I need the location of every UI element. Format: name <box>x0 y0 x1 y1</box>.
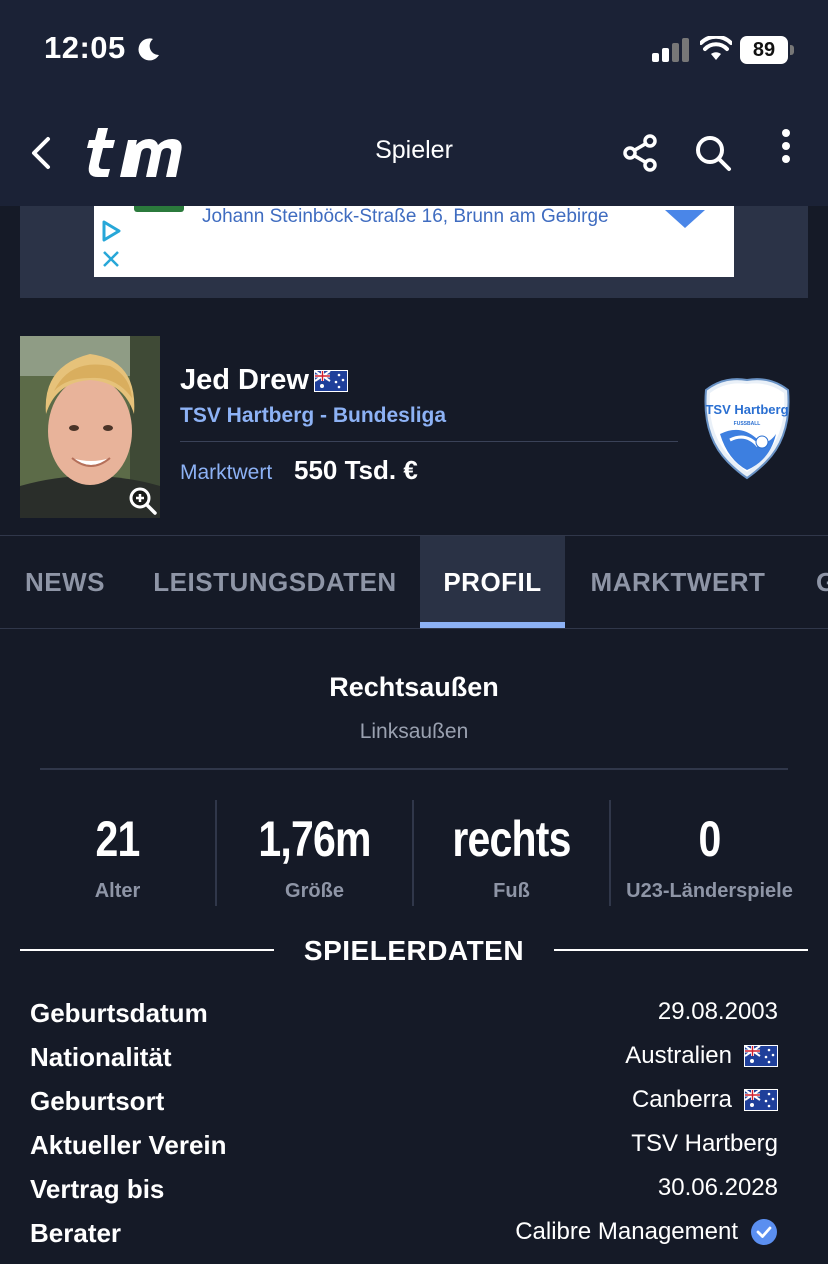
player-photo[interactable] <box>20 336 160 518</box>
flag-au-icon <box>744 1045 778 1067</box>
club-crest-icon[interactable]: TSV Hartberg FUSSBALL <box>700 376 794 480</box>
data-label: Geburtsdatum <box>30 998 208 1028</box>
data-row-contract: Vertrag bis 30.06.2028 <box>30 1174 780 1214</box>
data-row-birthdate: Geburtsdatum 29.08.2003 <box>30 998 780 1038</box>
tab-leistungsdaten[interactable]: LEISTUNGSDATEN <box>130 536 420 628</box>
verified-icon <box>751 1219 777 1245</box>
data-label: Vertrag bis <box>30 1174 165 1204</box>
birthdate-value[interactable]: 29.08.2003 <box>658 998 778 1026</box>
search-icon[interactable] <box>694 134 732 172</box>
agent-link[interactable]: Calibre Management <box>515 1218 738 1246</box>
divider <box>0 628 828 629</box>
wifi-icon <box>700 36 732 60</box>
ad-close-icon[interactable] <box>102 250 120 268</box>
tab-bar: NEWS LEISTUNGSDATEN PROFIL MARKTWERT G <box>0 536 828 628</box>
stat-u23-caps: 0 U23-Länderspiele <box>611 800 808 906</box>
tm-logo[interactable] <box>84 122 196 182</box>
stat-foot: rechts Fuß <box>413 800 610 906</box>
data-value: Canberra <box>632 1086 778 1114</box>
market-value-label: Marktwert <box>180 461 273 484</box>
moon-icon <box>138 38 159 61</box>
data-label: Aktueller Verein <box>30 1130 227 1160</box>
data-value: 29.08.2003 <box>658 998 778 1026</box>
stat-value: rechts <box>452 811 571 867</box>
ad-brand-logo <box>134 206 184 212</box>
stat-value: 21 <box>95 811 141 867</box>
section-title: SPIELERDATEN <box>303 935 525 966</box>
nationality-value: Australien <box>625 1042 732 1069</box>
header-title: Spieler <box>375 136 453 164</box>
data-value: 30.06.2028 <box>658 1174 778 1202</box>
data-value: TSV Hartberg <box>631 1130 778 1158</box>
tab-news[interactable]: NEWS <box>0 536 130 628</box>
flag-au-icon <box>314 370 348 392</box>
data-row-nationality: Nationalität Australien <box>30 1042 780 1082</box>
data-value: Australien <box>625 1042 778 1070</box>
data-value: Calibre Management <box>515 1218 778 1246</box>
divider <box>40 768 788 770</box>
birthplace-value: Canberra <box>631 1086 732 1113</box>
data-row-agent: Berater Calibre Management <box>30 1218 780 1258</box>
zoom-icon[interactable] <box>128 486 158 516</box>
app-header: Spieler <box>0 100 828 206</box>
status-bar: 12:05 89 <box>0 0 828 100</box>
stat-label: U23-Länderspiele <box>626 880 793 902</box>
ad-direction-icon <box>665 210 705 228</box>
data-label: Nationalität <box>30 1042 172 1072</box>
flag-au-icon <box>744 1089 778 1111</box>
status-time: 12:05 <box>44 30 126 65</box>
ad-banner[interactable]: Johann Steinböck-Straße 16, Brunn am Geb… <box>94 206 734 277</box>
club-crest-text: TSV Hartberg <box>705 402 788 417</box>
stat-value: 1,76m <box>258 811 371 867</box>
stat-age: 21 Alter <box>19 800 216 906</box>
stat-value: 0 <box>698 811 722 867</box>
market-value[interactable]: 550 Tsd. € <box>294 455 418 486</box>
stat-label: Fuß <box>493 880 530 902</box>
tab-marktwert[interactable]: MARKTWERT <box>565 536 791 628</box>
back-icon[interactable] <box>28 136 56 170</box>
data-label: Berater <box>30 1218 122 1248</box>
data-label: Geburtsort <box>30 1086 165 1116</box>
divider <box>180 441 678 442</box>
divider <box>554 949 808 951</box>
tab-more[interactable]: G <box>791 536 828 628</box>
more-icon[interactable] <box>776 128 796 168</box>
battery-level: 89 <box>752 39 776 61</box>
club-crest-subtext: FUSSBALL <box>734 421 761 427</box>
battery-indicator: 89 <box>740 36 794 64</box>
current-club-link[interactable]: TSV Hartberg <box>631 1130 778 1158</box>
ad-choices-icon[interactable] <box>100 220 122 242</box>
stat-label: Alter <box>94 880 141 902</box>
ad-container: Johann Steinböck-Straße 16, Brunn am Geb… <box>20 206 808 298</box>
contract-value: 30.06.2028 <box>657 1174 778 1201</box>
data-row-birthplace: Geburtsort Canberra <box>30 1086 780 1126</box>
signal-icon <box>652 38 689 62</box>
ad-address: Johann Steinböck-Straße 16, Brunn am Geb… <box>202 206 609 227</box>
main-position: Rechtsaußen <box>329 672 499 702</box>
stat-height: 1,76m Größe <box>216 800 413 906</box>
tab-profil[interactable]: PROFIL <box>420 536 565 628</box>
divider <box>20 949 274 951</box>
share-icon[interactable] <box>622 134 658 172</box>
player-name: Jed Drew <box>180 364 309 396</box>
player-club-link[interactable]: TSV Hartberg - Bundesliga <box>180 404 446 428</box>
data-row-current-club: Aktueller Verein TSV Hartberg <box>30 1130 780 1170</box>
secondary-position: Linksaußen <box>359 720 469 743</box>
stat-label: Größe <box>285 880 344 902</box>
